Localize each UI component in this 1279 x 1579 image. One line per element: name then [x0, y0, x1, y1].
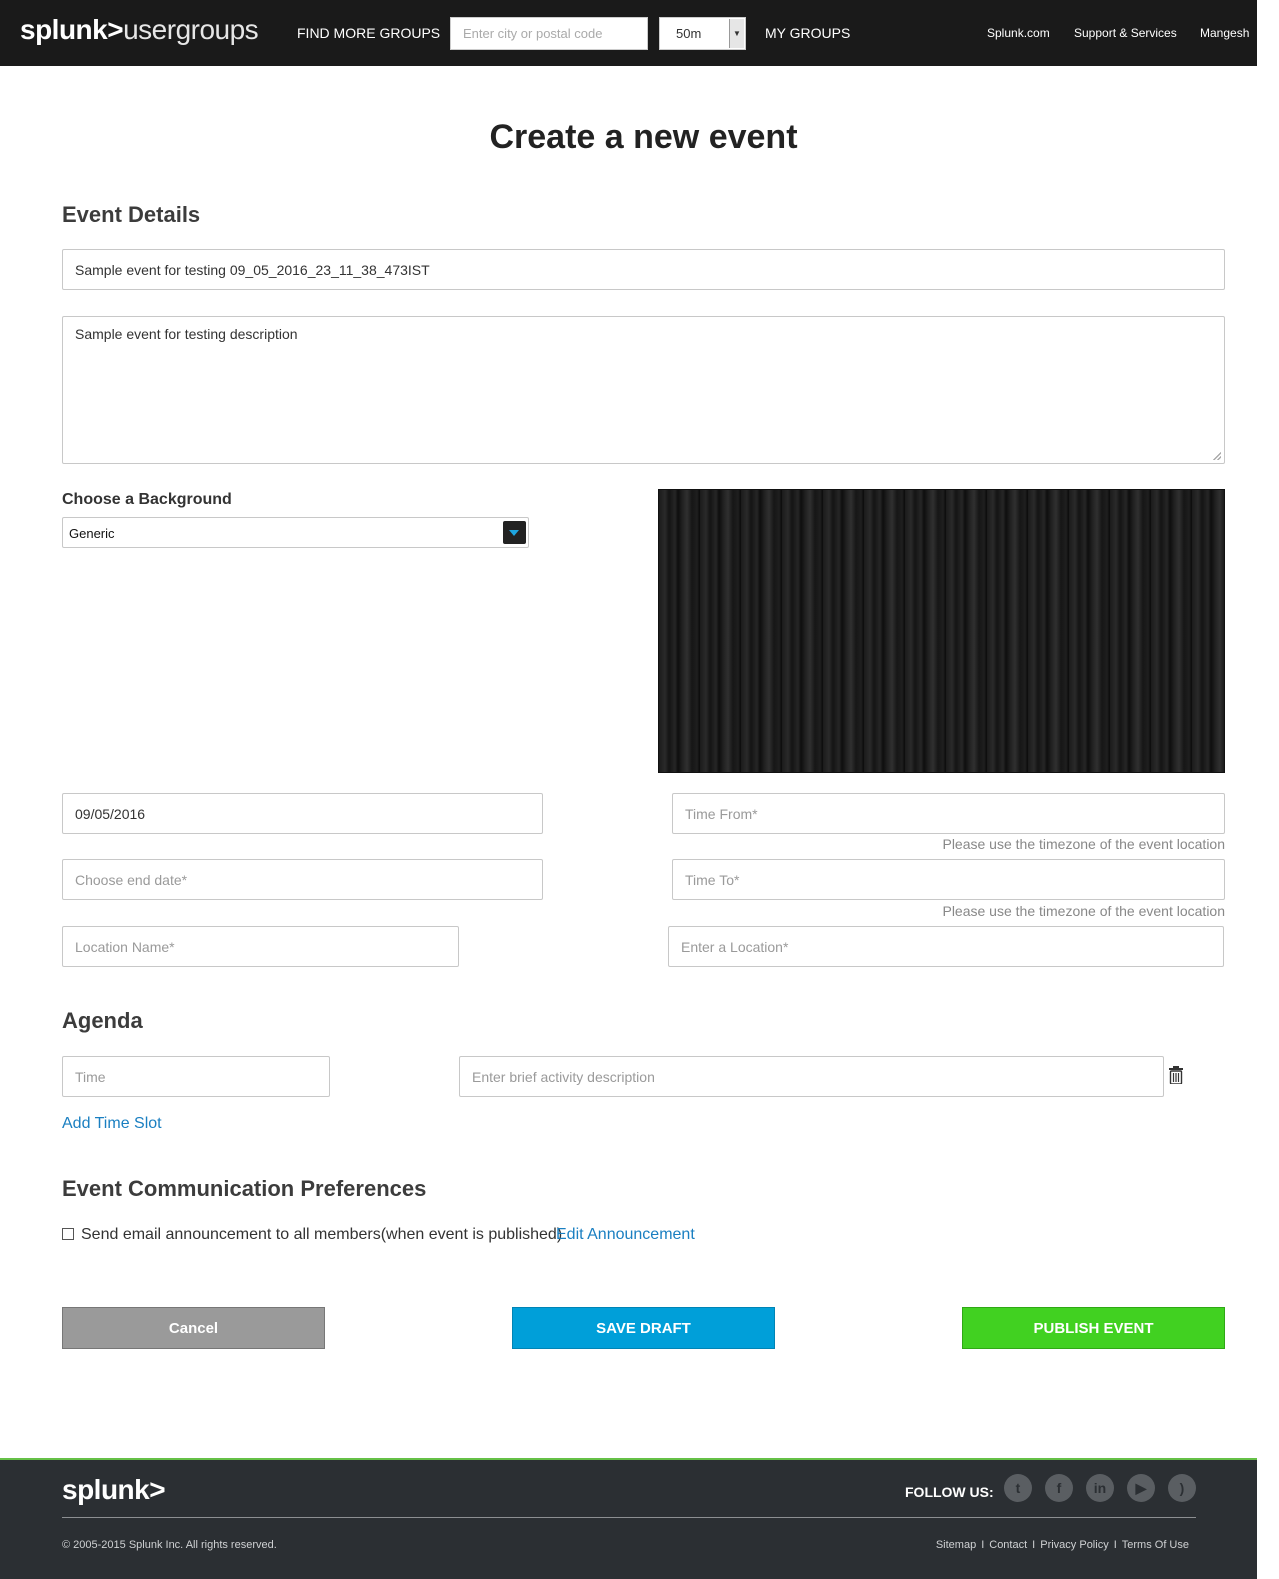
email-announcement-label: Send email announcement to all members(w…	[81, 1226, 563, 1243]
timezone-note: Please use the timezone of the event loc…	[942, 903, 1225, 919]
event-details-heading: Event Details	[62, 202, 201, 227]
logo-suffix: usergroups	[123, 14, 259, 45]
publish-event-button[interactable]: PUBLISH EVENT	[962, 1307, 1225, 1349]
email-announcement-checkbox[interactable]	[62, 1228, 74, 1240]
distance-select[interactable]: 50m ▼	[659, 17, 746, 50]
agenda-time-field[interactable]: Time	[62, 1056, 330, 1097]
end-date-placeholder: Choose end date*	[75, 871, 188, 888]
sitemap-link[interactable]: Sitemap	[936, 1539, 976, 1551]
agenda-time-placeholder: Time	[75, 1068, 106, 1085]
support-services-link[interactable]: Support & Services	[1074, 26, 1177, 40]
time-from-field[interactable]: Time From*	[672, 793, 1225, 834]
chevron-down-icon[interactable]: ▼	[729, 19, 744, 48]
background-preview-image	[658, 489, 1225, 773]
event-name-field[interactable]: Sample event for testing 09_05_2016_23_1…	[62, 249, 1225, 290]
background-selected-value: Generic	[69, 526, 115, 541]
top-navigation-bar: splunk>usergroups FIND MORE GROUPS 50m ▼…	[0, 0, 1257, 66]
location-field[interactable]: Enter a Location*	[668, 926, 1224, 967]
start-date-value: 09/05/2016	[75, 805, 146, 822]
event-name-value: Sample event for testing 09_05_2016_23_1…	[75, 261, 430, 278]
rss-icon[interactable]: )	[1168, 1474, 1196, 1502]
cancel-button[interactable]: Cancel	[62, 1307, 325, 1349]
footer-splunk-logo[interactable]: splunk>	[62, 1474, 166, 1506]
footer: splunk> FOLLOW US: t f in ▶ ) © 2005-201…	[0, 1458, 1257, 1579]
chevron-down-icon[interactable]	[503, 521, 526, 544]
contact-link[interactable]: Contact	[989, 1539, 1027, 1551]
agenda-activity-placeholder: Enter brief activity description	[472, 1068, 655, 1085]
location-placeholder: Enter a Location*	[681, 938, 789, 955]
background-select[interactable]: Generic	[62, 517, 529, 548]
location-name-field[interactable]: Location Name*	[62, 926, 459, 967]
privacy-policy-link[interactable]: Privacy Policy	[1040, 1539, 1108, 1551]
start-date-field[interactable]: 09/05/2016	[62, 793, 543, 834]
city-postal-search-input[interactable]	[450, 17, 648, 50]
event-description-textarea[interactable]: Sample event for testing description	[62, 316, 1225, 464]
splunk-com-link[interactable]: Splunk.com	[987, 26, 1050, 40]
time-to-field[interactable]: Time To*	[672, 859, 1225, 900]
resize-handle-icon[interactable]	[1213, 452, 1221, 460]
communication-preferences-heading: Event Communication Preferences	[62, 1176, 427, 1201]
splunk-usergroups-logo[interactable]: splunk>usergroups	[20, 14, 259, 46]
agenda-heading: Agenda	[62, 1008, 143, 1033]
background-label: Choose a Background	[62, 491, 232, 508]
link-separator: I	[981, 1539, 985, 1551]
facebook-icon[interactable]: f	[1045, 1474, 1073, 1502]
edit-announcement-link[interactable]: Edit Announcement	[556, 1226, 695, 1244]
time-to-placeholder: Time To*	[685, 871, 740, 888]
trash-icon[interactable]	[1168, 1066, 1184, 1084]
time-from-placeholder: Time From*	[685, 805, 758, 822]
end-date-field[interactable]: Choose end date*	[62, 859, 543, 900]
footer-links: Sitemap I Contact I Privacy Policy I Terms Of …	[936, 1539, 1189, 1551]
logo-brand: splunk>	[20, 14, 124, 45]
add-time-slot-link[interactable]: Add Time Slot	[62, 1115, 162, 1133]
save-draft-button[interactable]: SAVE DRAFT	[512, 1307, 775, 1349]
page-title: Create a new event	[489, 118, 798, 156]
my-groups-link[interactable]: MY GROUPS	[765, 25, 850, 41]
follow-us-label: FOLLOW US:	[905, 1484, 994, 1500]
copyright-text: © 2005-2015 Splunk Inc. All rights reser…	[62, 1539, 277, 1551]
terms-of-use-link[interactable]: Terms Of Use	[1122, 1539, 1189, 1551]
event-description-value: Sample event for testing description	[75, 326, 298, 342]
timezone-note: Please use the timezone of the event loc…	[942, 836, 1225, 852]
youtube-icon[interactable]: ▶	[1127, 1474, 1155, 1502]
user-menu-link[interactable]: Mangesh	[1200, 26, 1249, 40]
linkedin-icon[interactable]: in	[1086, 1474, 1114, 1502]
link-separator: I	[1032, 1539, 1036, 1551]
agenda-activity-field[interactable]: Enter brief activity description	[459, 1056, 1164, 1097]
location-name-placeholder: Location Name*	[75, 938, 175, 955]
footer-divider	[62, 1517, 1196, 1518]
find-more-groups-link[interactable]: FIND MORE GROUPS	[297, 25, 440, 41]
link-separator: I	[1113, 1539, 1117, 1551]
distance-value: 50m	[676, 26, 702, 41]
twitter-icon[interactable]: t	[1004, 1474, 1032, 1502]
